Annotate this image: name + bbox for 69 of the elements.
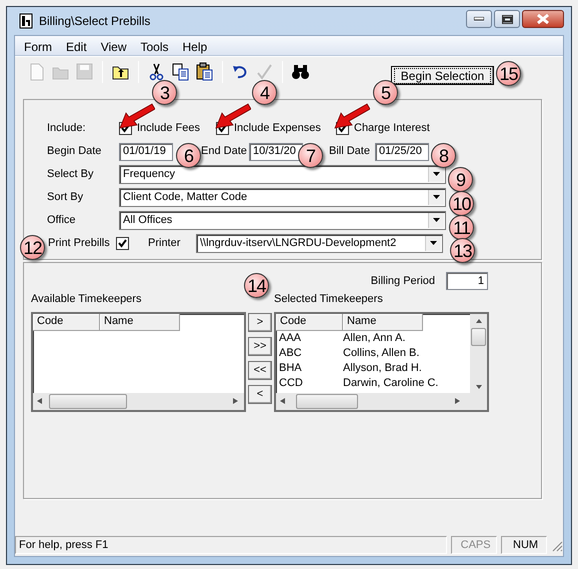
column-header[interactable]: Name (343, 314, 423, 330)
status-text: For help, press F1 (15, 536, 448, 554)
table-cell-text: AAA (278, 330, 302, 346)
transfer-button[interactable]: << (248, 361, 272, 380)
transfer-button[interactable]: < (248, 385, 272, 404)
window-title: Billing\Select Prebills (39, 13, 150, 30)
scissors-icon[interactable] (147, 62, 166, 81)
table-cell: Collins, Allen B. (343, 346, 420, 360)
dropdown-field[interactable]: Frequency (119, 165, 446, 184)
minimize-button[interactable] (466, 10, 492, 28)
maximize-icon (502, 14, 512, 24)
print-prebills-label: Print Prebills (48, 236, 111, 252)
include-label: Include: (47, 121, 87, 136)
vertical-scrollbar[interactable] (470, 314, 487, 392)
menu-item[interactable]: Help (176, 36, 214, 55)
binoculars-icon[interactable] (291, 62, 310, 81)
transfer-button[interactable]: >> (248, 337, 272, 356)
printer-label: Printer (148, 236, 182, 252)
date-label: Bill Date (329, 144, 371, 160)
field-label: Office (47, 213, 77, 228)
scrollbar-thumb[interactable] (471, 328, 486, 346)
transfer-button[interactable]: > (248, 313, 272, 332)
date-field[interactable]: 01/01/19 (119, 142, 173, 160)
copy-icon[interactable] (171, 62, 190, 81)
status-indicator: CAPS (451, 536, 498, 554)
begin-selection-button[interactable]: Begin Selection (391, 66, 494, 85)
horizontal-scrollbar[interactable] (276, 392, 470, 410)
app-icon (19, 13, 33, 29)
checkbox-label: Charge Interest (354, 121, 430, 136)
billing-period-label: Billing Period (370, 274, 435, 289)
table-cell: Darwin, Caroline C. (343, 376, 438, 390)
checkbox[interactable] (116, 237, 129, 250)
table-cell-text: CCD (278, 376, 304, 390)
selected-timekeepers-list[interactable]: Code Name AAA Allen, Ann A. ABC Collins, Allen B. BHA Allyson, Brad H. CCD Darwin, Caroline C. (274, 312, 489, 412)
date-field[interactable]: 01/25/20 (375, 142, 429, 160)
checkbox-label: Include Expenses (234, 121, 322, 136)
status-indicator: NUM (501, 536, 547, 554)
date-label: End Date (201, 144, 248, 160)
scrollbar-thumb[interactable] (49, 394, 127, 408)
selected-timekeepers-label: Selected Timekeepers (274, 292, 384, 307)
column-header[interactable]: Code (33, 314, 100, 330)
table-cell: Allyson, Brad H. (343, 360, 422, 376)
table-cell-text: BHA (278, 360, 303, 376)
field-label: Sort By (47, 190, 84, 206)
date-field[interactable]: 10/31/20 (249, 142, 303, 160)
available-timekeepers-label: Available Timekeepers (31, 292, 142, 307)
table-cell-text: ABC (278, 346, 303, 360)
horizontal-scrollbar[interactable] (33, 392, 244, 410)
clipboard-icon[interactable] (195, 62, 214, 81)
menu-item[interactable]: View (94, 36, 134, 55)
close-icon (537, 14, 549, 24)
menu-item[interactable]: Tools (133, 36, 176, 55)
column-header[interactable]: Code (276, 314, 343, 330)
close-button[interactable] (522, 10, 564, 28)
menu-item[interactable]: Form (17, 36, 59, 55)
billing-period-field[interactable]: 1 (446, 272, 488, 290)
column-header[interactable]: Name (100, 314, 180, 330)
available-timekeepers-list[interactable]: Code Name (31, 312, 246, 412)
minimize-icon (474, 17, 484, 21)
menu-item[interactable]: Edit (59, 36, 94, 55)
checkbox-label: Include Fees (137, 121, 201, 136)
printer-dropdown[interactable]: \\lngrduv-itserv\LNGRDU-Development2 (196, 234, 443, 253)
dropdown-field[interactable]: Client Code, Matter Code (119, 188, 446, 207)
table-cell: Allen, Ann A. (343, 330, 406, 346)
dropdown-field[interactable]: All Offices (119, 211, 446, 230)
scrollbar-thumb[interactable] (296, 394, 358, 408)
field-label: Select By (47, 167, 94, 182)
date-label: Begin Date (47, 144, 102, 160)
maximize-button[interactable] (494, 10, 520, 28)
